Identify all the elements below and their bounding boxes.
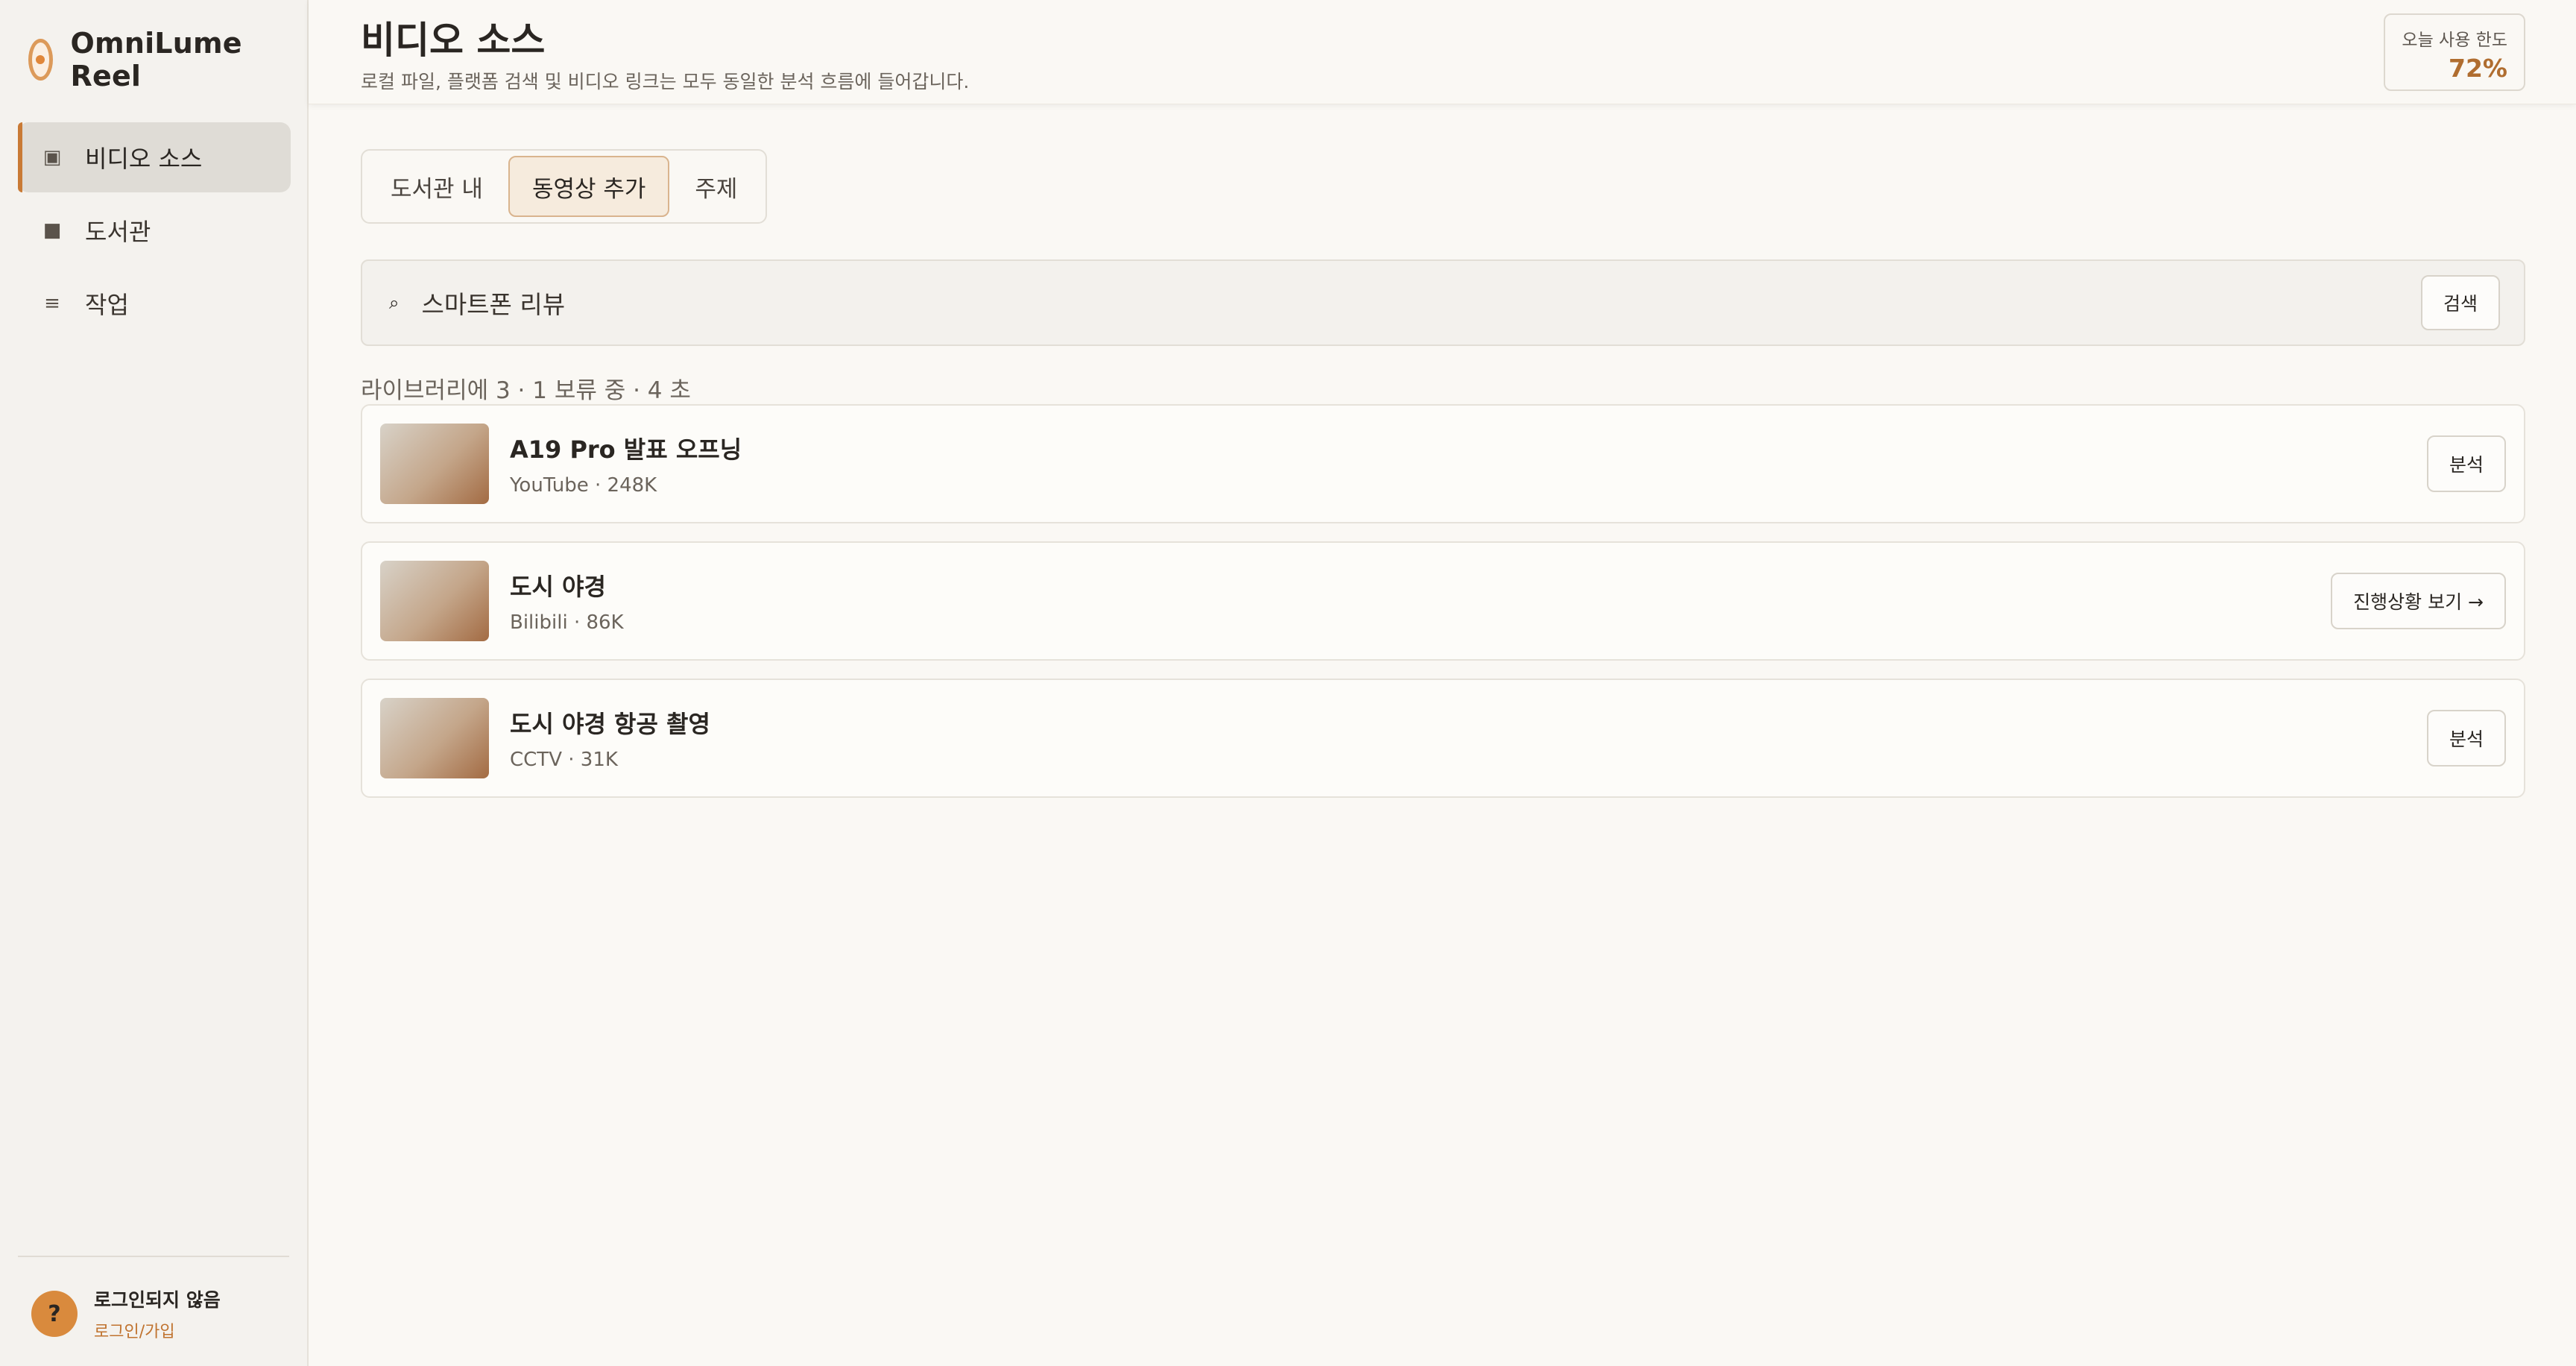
app-root: OmniLume Reel ▣ 비디오 소스 ■ 도서관 ≡ 작업 ? 로그인되… bbox=[0, 0, 2576, 1366]
tab-add-video[interactable]: 동영상 추가 bbox=[508, 156, 670, 217]
video-thumbnail[interactable] bbox=[380, 698, 489, 778]
video-source-icon: ▣ bbox=[42, 146, 62, 169]
list-item: 도시 야경 항공 촬영 CCTV · 31K 분석 bbox=[361, 679, 2525, 798]
search-input[interactable] bbox=[421, 288, 2421, 318]
sidebar-item-video-source[interactable]: ▣ 비디오 소스 bbox=[18, 122, 291, 192]
video-title: A19 Pro 발표 오프닝 bbox=[510, 435, 742, 464]
user-status: 로그인되지 않음 bbox=[94, 1289, 221, 1311]
search-icon: ⌕ bbox=[389, 292, 400, 313]
library-icon: ■ bbox=[42, 219, 62, 242]
sidebar: OmniLume Reel ▣ 비디오 소스 ■ 도서관 ≡ 작업 ? 로그인되… bbox=[0, 0, 309, 1366]
view-progress-button[interactable]: 진행상황 보기 → bbox=[2331, 573, 2506, 629]
analyze-button[interactable]: 분석 bbox=[2426, 710, 2506, 767]
sidebar-item-label: 작업 bbox=[85, 291, 129, 319]
main-content: 비디오 소스 로컬 파일, 플랫폼 검색 및 비디오 링크는 모두 동일한 분석… bbox=[309, 0, 2576, 1366]
source-tabs: 도서관 내 동영상 추가 주제 bbox=[361, 149, 768, 224]
app-name: OmniLume Reel bbox=[70, 27, 242, 92]
search-button[interactable]: 검색 bbox=[2420, 275, 2500, 330]
sidebar-item-label: 도서관 bbox=[85, 218, 151, 246]
video-results-list: A19 Pro 발표 오프닝 YouTube · 248K 분석 도시 야경 B… bbox=[361, 404, 2525, 816]
video-title: 도시 야경 bbox=[510, 573, 606, 601]
video-meta: Bilibili · 86K bbox=[510, 611, 624, 634]
tab-in-library[interactable]: 도서관 내 bbox=[368, 156, 505, 217]
page-title: 비디오 소스 bbox=[361, 19, 546, 62]
sidebar-item-tasks[interactable]: ≡ 작업 bbox=[18, 268, 291, 339]
quota-label: 오늘 사용 한도 bbox=[2402, 31, 2507, 50]
search-bar: ⌕ 검색 bbox=[361, 259, 2525, 346]
login-signup-link[interactable]: 로그인/가입 bbox=[94, 1318, 221, 1342]
sidebar-item-label: 비디오 소스 bbox=[85, 145, 203, 173]
video-thumbnail[interactable] bbox=[380, 561, 489, 641]
user-panel: ? 로그인되지 않음 로그인/가입 bbox=[18, 1256, 289, 1342]
avatar[interactable]: ? bbox=[31, 1291, 78, 1337]
library-summary: 라이브러리에 3 · 1 보류 중 · 4 초 bbox=[361, 377, 691, 404]
analyze-button[interactable]: 분석 bbox=[2426, 435, 2506, 492]
list-item: 도시 야경 Bilibili · 86K 진행상황 보기 → bbox=[361, 541, 2525, 661]
sidebar-nav: ▣ 비디오 소스 ■ 도서관 ≡ 작업 bbox=[18, 122, 291, 342]
video-thumbnail[interactable] bbox=[380, 424, 489, 504]
video-meta: CCTV · 31K bbox=[510, 749, 618, 771]
list-item: A19 Pro 발표 오프닝 YouTube · 248K 분석 bbox=[361, 404, 2525, 523]
tab-topic[interactable]: 주제 bbox=[672, 156, 760, 217]
page-header: 비디오 소스 로컬 파일, 플랫폼 검색 및 비디오 링크는 모두 동일한 분석… bbox=[309, 0, 2576, 104]
brand[interactable]: OmniLume Reel bbox=[28, 27, 307, 92]
omnilume-logo-icon bbox=[28, 39, 53, 81]
tasks-icon: ≡ bbox=[44, 292, 60, 315]
video-meta: YouTube · 248K bbox=[510, 474, 657, 497]
video-title: 도시 야경 항공 촬영 bbox=[510, 710, 710, 738]
daily-quota-badge: 오늘 사용 한도 72% bbox=[2384, 13, 2525, 91]
sidebar-item-library[interactable]: ■ 도서관 bbox=[18, 195, 291, 265]
quota-value: 72% bbox=[2449, 54, 2507, 83]
page-subtitle: 로컬 파일, 플랫폼 검색 및 비디오 링크는 모두 동일한 분석 흐름에 들어… bbox=[361, 71, 970, 92]
